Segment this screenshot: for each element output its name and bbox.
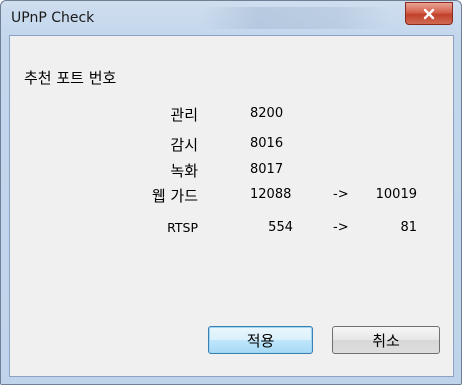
title-bar[interactable]: UPnP Check [1,1,461,35]
dialog-window: UPnP Check 추천 포트 번호 관리 8200 감시 8016 녹화 8… [0,0,462,385]
port-label: 감시 [170,136,198,154]
port-label: 녹화 [170,162,198,180]
port-value: 8200 [250,106,284,121]
port-row-management: 관리 8200 [10,104,453,126]
cancel-button[interactable]: 취소 [332,326,440,354]
mapped-port-value: 10019 [375,187,417,202]
port-row-monitor: 감시 8016 [10,134,453,156]
mapped-port-value: 81 [400,220,417,235]
port-row-recording: 녹화 8017 [10,160,453,182]
dialog-content: 추천 포트 번호 관리 8200 감시 8016 녹화 8017 웹 가드 12… [9,35,454,377]
port-label: RTSP [167,220,198,235]
port-value: 8016 [250,136,284,151]
port-value: 8017 [250,162,284,177]
port-row-webguard: 웹 가드 12088 -> 10019 [10,185,453,207]
title-bar-glass [201,7,391,29]
close-button[interactable] [405,2,453,25]
section-title: 추천 포트 번호 [24,69,117,87]
window-title: UPnP Check [11,10,95,26]
port-label: 관리 [170,106,198,124]
port-arrow: -> [333,187,349,202]
port-value: 12088 [250,187,292,202]
close-icon [423,8,435,19]
apply-button[interactable]: 적용 [208,326,313,354]
port-row-rtsp: RTSP 554 -> 81 [10,218,453,240]
port-label: 웹 가드 [151,187,198,205]
port-value: 554 [268,220,293,235]
port-arrow: -> [333,220,349,235]
